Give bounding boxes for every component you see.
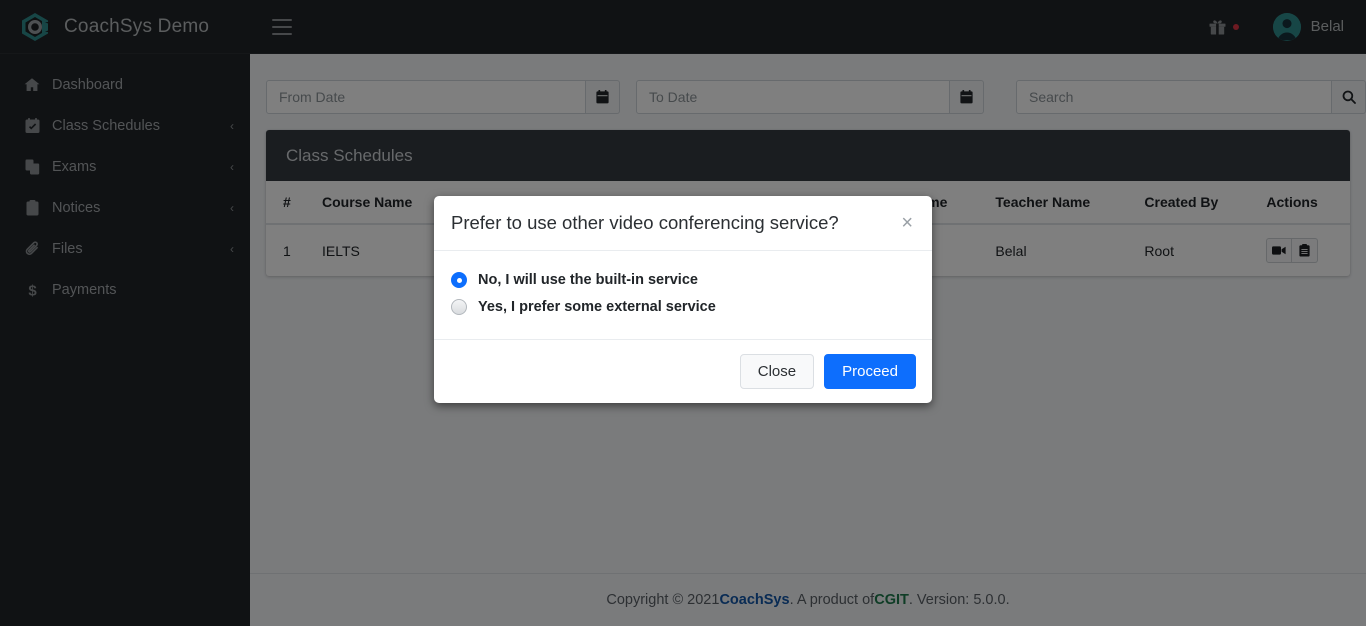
modal-title: Prefer to use other video conferencing s… bbox=[451, 211, 893, 235]
modal-header: Prefer to use other video conferencing s… bbox=[434, 196, 932, 251]
video-conferencing-modal: Prefer to use other video conferencing s… bbox=[434, 196, 932, 403]
proceed-button[interactable]: Proceed bbox=[824, 354, 916, 389]
radio-external[interactable] bbox=[451, 299, 467, 315]
radio-builtin[interactable] bbox=[451, 272, 467, 288]
modal-option-external[interactable]: Yes, I prefer some external service bbox=[451, 299, 915, 315]
radio-external-label[interactable]: Yes, I prefer some external service bbox=[478, 299, 716, 315]
modal-footer: Close Proceed bbox=[434, 339, 932, 403]
modal-option-builtin[interactable]: No, I will use the built-in service bbox=[451, 272, 915, 288]
close-x-icon[interactable]: × bbox=[893, 211, 915, 233]
radio-builtin-label[interactable]: No, I will use the built-in service bbox=[478, 272, 698, 288]
app-root: CoachSys Demo Dashboard bbox=[0, 0, 1366, 626]
close-button[interactable]: Close bbox=[740, 354, 814, 389]
modal-body: No, I will use the built-in service Yes,… bbox=[434, 251, 932, 339]
